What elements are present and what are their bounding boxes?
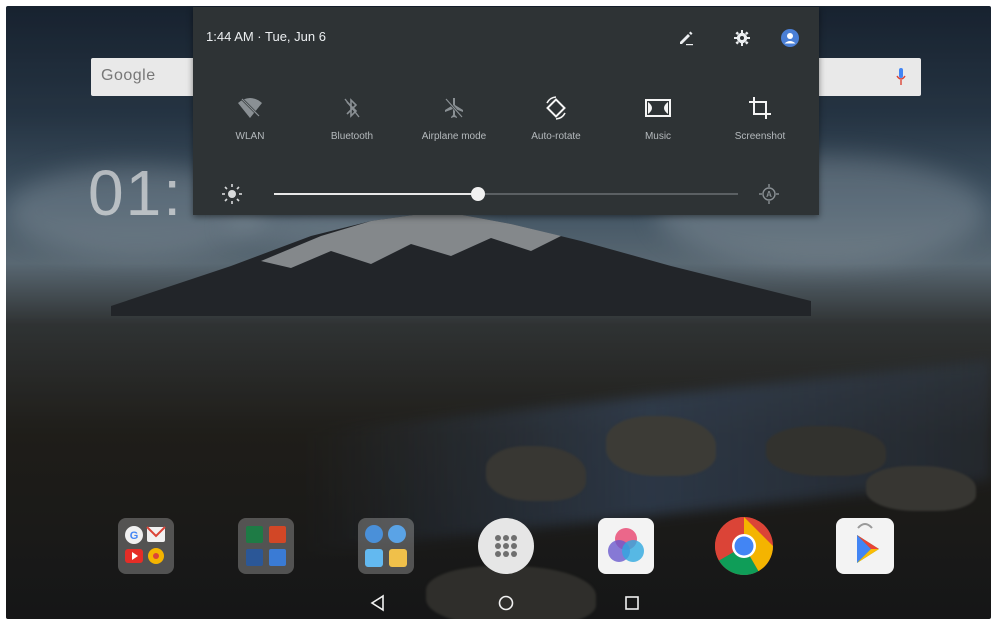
office-apps-folder-icon[interactable] xyxy=(238,518,294,574)
tile-music[interactable]: Music xyxy=(608,95,708,142)
tile-auto-rotate[interactable]: Auto-rotate xyxy=(506,95,606,142)
home-button-icon[interactable] xyxy=(496,593,516,613)
mic-icon[interactable] xyxy=(896,68,906,86)
brightness-icon xyxy=(222,184,242,204)
tile-label: Music xyxy=(644,131,672,142)
crop-screenshot-icon xyxy=(749,97,771,119)
google-apps-folder-icon[interactable]: G xyxy=(118,518,174,574)
recents-button-icon[interactable] xyxy=(622,593,642,613)
tile-bluetooth[interactable]: Bluetooth xyxy=(302,95,402,142)
google-logo: Google xyxy=(101,67,156,84)
brightness-slider-thumb[interactable] xyxy=(471,187,485,201)
brightness-slider[interactable] xyxy=(274,187,738,201)
dolby-music-icon xyxy=(645,99,671,117)
tile-label: Auto-rotate xyxy=(531,131,581,142)
quick-settings-panel: 1:44 AM · Tue, Jun 6 WLAN Bluetooth Airp… xyxy=(193,7,819,215)
home-clock: 01: xyxy=(88,157,183,229)
tile-label: Airplane mode xyxy=(421,131,487,142)
lenovo-apps-folder-icon[interactable] xyxy=(358,518,414,574)
back-button-icon[interactable] xyxy=(368,593,388,613)
bluetooth-off-icon xyxy=(344,98,360,118)
status-time-date: 1:44 AM · Tue, Jun 6 xyxy=(206,29,326,44)
photo-app-icon[interactable] xyxy=(598,518,654,574)
auto-rotate-icon xyxy=(546,96,566,120)
tablet-screen: Google 01: 1:44 AM · Tue, Jun 6 WLAN Blu… xyxy=(6,6,991,619)
svg-text:G: G xyxy=(130,530,139,542)
user-account-icon[interactable] xyxy=(781,29,799,47)
tile-label: Screenshot xyxy=(734,131,786,142)
chrome-icon[interactable] xyxy=(714,516,774,576)
app-drawer-icon[interactable] xyxy=(478,518,534,574)
airplane-icon xyxy=(445,98,463,118)
auto-brightness-icon[interactable]: A xyxy=(758,183,780,205)
settings-gear-icon[interactable] xyxy=(733,29,751,47)
tile-screenshot[interactable]: Screenshot xyxy=(710,95,810,142)
edit-icon[interactable] xyxy=(677,29,695,47)
navigation-bar xyxy=(6,587,991,619)
play-store-icon[interactable] xyxy=(836,518,894,574)
brightness-slider-fill xyxy=(274,193,478,195)
tile-wlan[interactable]: WLAN xyxy=(200,95,300,142)
svg-text:A: A xyxy=(766,190,772,199)
tile-label: Bluetooth xyxy=(330,131,374,142)
tile-label: WLAN xyxy=(235,131,265,142)
tile-airplane-mode[interactable]: Airplane mode xyxy=(404,95,504,142)
wifi-off-icon xyxy=(238,98,262,118)
